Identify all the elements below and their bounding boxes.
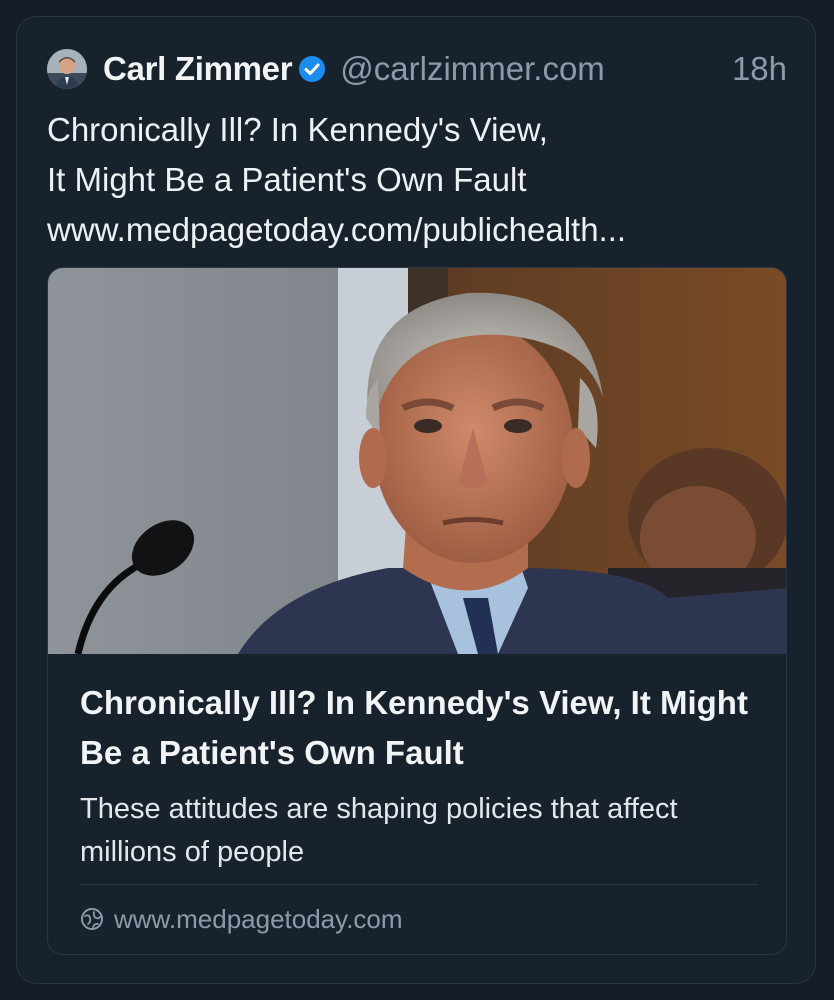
post-header: Carl Zimmer @carlzimmer.com 18h [47,47,787,91]
post-card[interactable]: Carl Zimmer @carlzimmer.com 18h Chronica… [16,16,816,984]
verified-badge-icon [298,55,326,83]
post-link[interactable]: www.medpagetoday.com/publichealth... [47,205,787,255]
post-text-line: Chronically Ill? In Kennedy's View, [47,111,548,148]
post-timestamp[interactable]: 18h [732,50,787,88]
link-card-description: These attitudes are shaping policies tha… [80,793,678,868]
link-card-domain-text: www.medpagetoday.com [114,903,403,934]
article-photo [48,268,786,654]
author-display-name[interactable]: Carl Zimmer [103,50,293,88]
globe-icon [81,908,103,930]
link-card-domain[interactable]: www.medpagetoday.com [80,902,403,936]
author-avatar[interactable] [47,49,87,89]
author-handle[interactable]: @carlzimmer.com [340,50,722,88]
post-text: Chronically Ill? In Kennedy's View, It M… [47,105,787,255]
link-preview-card[interactable]: Chronically Ill? In Kennedy's View, It M… [47,267,787,955]
link-card-title[interactable]: Chronically Ill? In Kennedy's View, It M… [80,678,770,778]
link-card-divider [80,884,758,885]
post-text-line: It Might Be a Patient's Own Fault [47,161,527,198]
